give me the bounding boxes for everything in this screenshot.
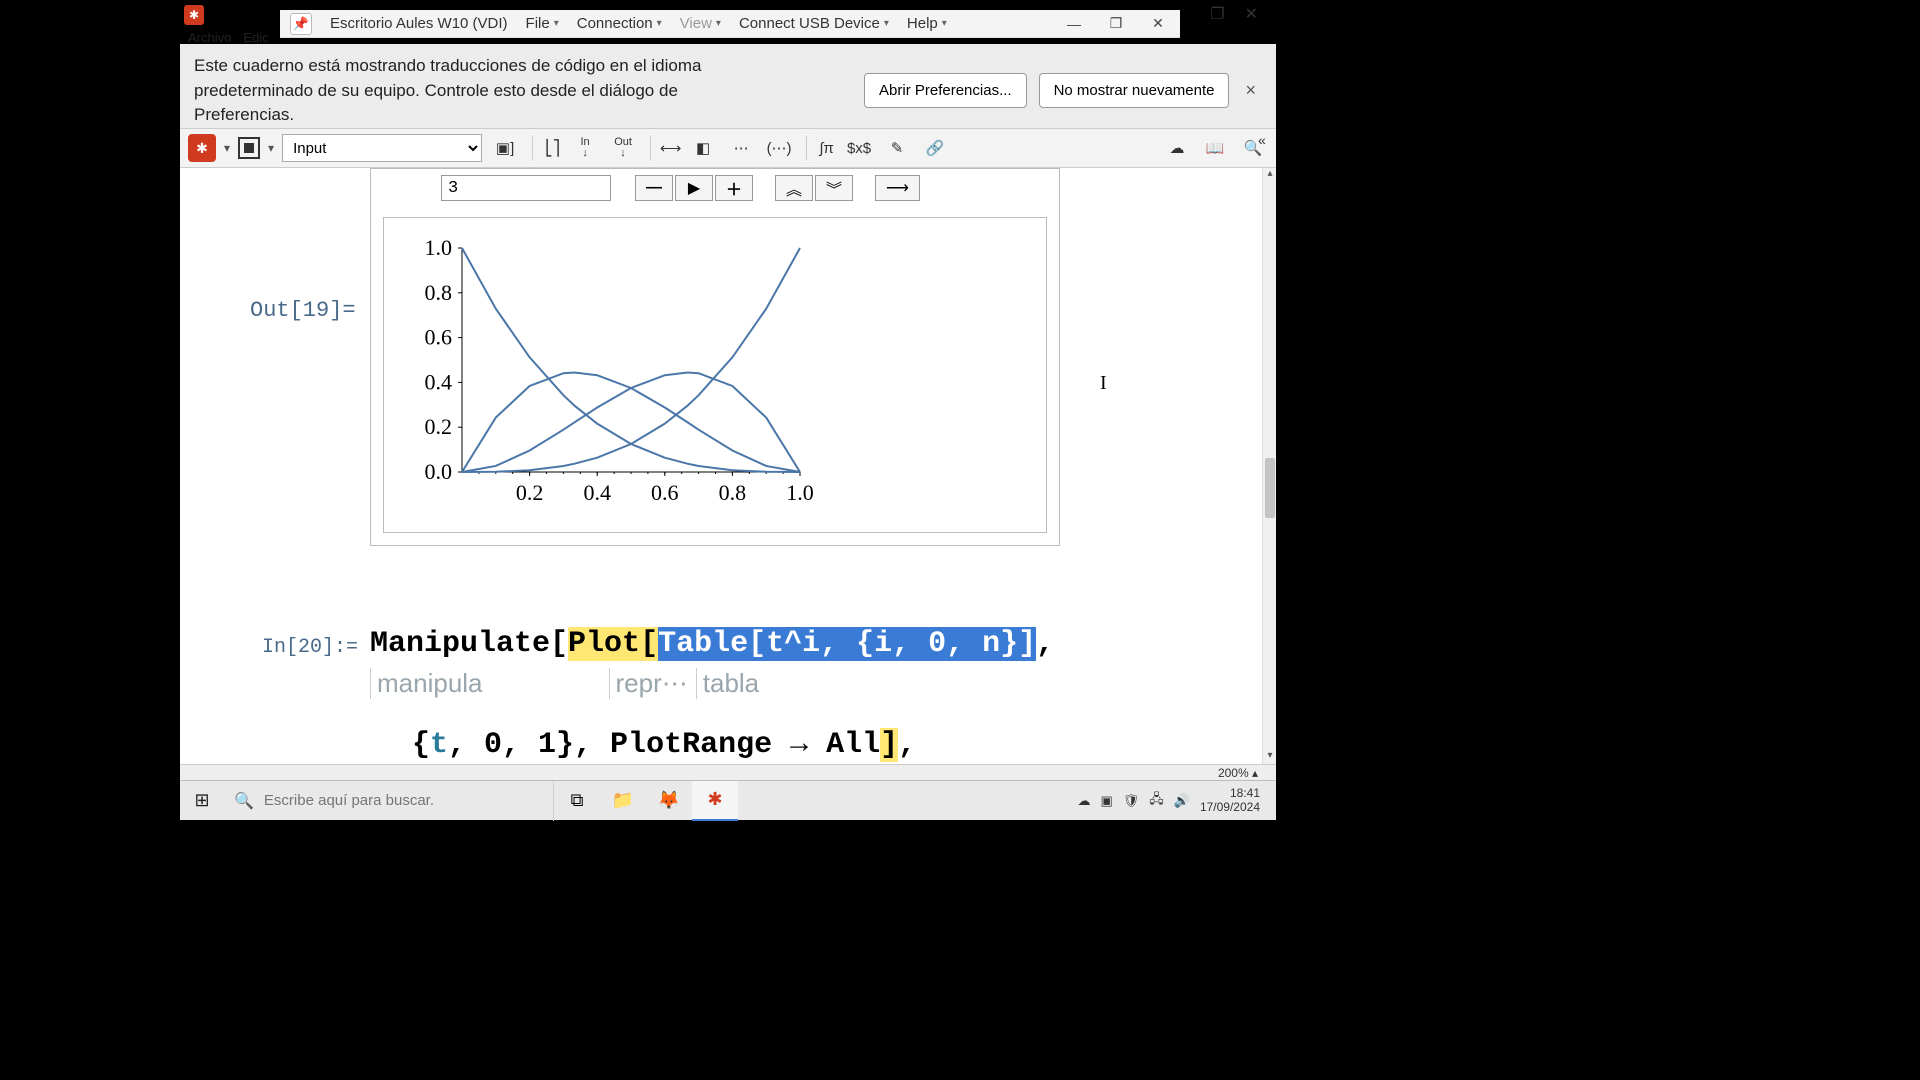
firefox-icon[interactable]: 🦊	[646, 781, 692, 821]
vdi-desktop-label: Escritorio Aules W10 (VDI)	[330, 15, 508, 32]
abort-dropdown-icon[interactable]: ▾	[268, 141, 274, 155]
svg-text:0.6: 0.6	[425, 325, 453, 350]
tex-icon[interactable]: $x$	[844, 135, 874, 161]
notebook-toolbar: ✱ ▾ ▾ Input ▣] ⎣⎤ In↓ Out↓ ⟷ ◧ ⋯ (⋯) ∫π …	[180, 128, 1276, 168]
host-window-controls: ❐ ✕	[1172, 4, 1258, 24]
task-view-icon[interactable]: ⧉	[554, 781, 600, 821]
direction-button[interactable]: ⟶	[875, 175, 920, 201]
host-restore-icon[interactable]: ❐	[1210, 4, 1224, 24]
taskbar-clock[interactable]: 18:41 17/09/2024	[1200, 787, 1266, 815]
faster-button[interactable]: ︽	[775, 175, 813, 201]
iconize-icon[interactable]: (⋯)	[764, 135, 794, 161]
vdi-menu-usb[interactable]: Connect USB Device▾	[739, 15, 889, 32]
evaluate-dropdown-icon[interactable]: ▾	[224, 141, 230, 155]
notebook-area: Out[19]= — ▶ ＋ ︽ ︾ ⟶ 0.00.20.40.60.81.00…	[180, 168, 1276, 768]
svg-text:0.8: 0.8	[719, 480, 747, 505]
hint-manipula: manipula	[370, 668, 491, 699]
hint-tabla: tabla	[696, 668, 767, 699]
plot-output: 0.0 0.2 0.4 0.6 0.8 1.0 0.2 0.4 0.6 0.8 1.0	[383, 217, 1047, 533]
hyperlink-icon[interactable]: 🔗	[920, 135, 950, 161]
mathematica-taskbar-icon[interactable]: ✱	[692, 781, 738, 821]
notebook-title: Sin título-1	[208, 8, 282, 23]
host-close-icon[interactable]: ✕	[1245, 4, 1258, 24]
text-cursor: I	[1100, 372, 1107, 395]
group-cells-icon[interactable]: ⎣⎤	[532, 135, 562, 161]
cell-style-select[interactable]: Input	[282, 134, 482, 162]
vdi-toolbar: 📌 Escritorio Aules W10 (VDI) File▾ Conne…	[280, 10, 1180, 38]
math-form-icon[interactable]: ∫π	[806, 135, 836, 161]
scroll-down-icon[interactable]: ▾	[1263, 750, 1277, 764]
scroll-up-icon[interactable]: ▴	[1263, 168, 1277, 182]
abort-button[interactable]	[238, 137, 260, 159]
convert-out-icon[interactable]: Out↓	[608, 135, 638, 161]
in-label: In[20]:=	[262, 636, 358, 659]
svg-text:0.2: 0.2	[516, 480, 544, 505]
vdi-menu-view[interactable]: View▾	[680, 15, 721, 32]
svg-text:0.4: 0.4	[425, 369, 453, 394]
system-tray: ☁ ▣ 🛡 🖧 🔊 18:41 17/09/2024	[1067, 787, 1276, 815]
windows-taskbar: ⊞ 🔍 ⧉ 📁 🦊 ✱ ☁ ▣ 🛡 🖧 🔊 18:41 17/09/2024	[180, 780, 1276, 820]
step-forward-button[interactable]: ＋	[715, 175, 753, 201]
svg-text:0.8: 0.8	[425, 280, 453, 305]
text-cursor-icon[interactable]: ⟷	[650, 135, 680, 161]
open-preferences-button[interactable]: Abrir Preferencias...	[864, 73, 1027, 108]
vdi-close-icon[interactable]: ✕	[1146, 14, 1170, 34]
menu-edic[interactable]: Edic	[243, 30, 268, 45]
play-button[interactable]: ▶	[675, 175, 713, 201]
vdi-maximize-icon[interactable]: ❐	[1104, 14, 1128, 34]
app-titlebar: ✱ Sin título-1	[180, 0, 282, 30]
taskbar-search-input[interactable]	[264, 792, 524, 809]
banner-message: Este cuaderno está mostrando traduccione…	[194, 54, 754, 128]
dismiss-banner-button[interactable]: No mostrar nuevamente	[1039, 73, 1230, 108]
manipulate-value-input[interactable]	[441, 175, 611, 201]
file-explorer-icon[interactable]: 📁	[600, 781, 646, 821]
vdi-minimize-icon[interactable]: —	[1062, 14, 1086, 34]
svg-text:0.2: 0.2	[425, 414, 453, 439]
pin-icon[interactable]: 📌	[290, 13, 312, 35]
documentation-icon[interactable]: 📖	[1200, 135, 1230, 161]
search-icon: 🔍	[234, 791, 254, 811]
hint-repr: repr⋯	[609, 668, 696, 699]
vdi-menu-help[interactable]: Help▾	[907, 15, 947, 32]
vertical-scrollbar[interactable]: ▴ ▾	[1262, 168, 1276, 764]
menu-archivo[interactable]: Archivo	[188, 30, 231, 45]
out-label: Out[19]=	[250, 298, 356, 323]
vdi-menu-connection[interactable]: Connection▾	[577, 15, 662, 32]
onedrive-icon[interactable]: ☁	[1077, 793, 1090, 809]
volume-icon[interactable]: 🔊	[1174, 793, 1190, 809]
code-line-1[interactable]: Manipulate[Plot[Table[t^i, {i, 0, n}],	[370, 624, 1054, 665]
svg-text:0.4: 0.4	[583, 480, 611, 505]
network-icon[interactable]: 🖧	[1149, 790, 1164, 812]
evaluate-button[interactable]: ✱	[188, 134, 216, 162]
convert-in-icon[interactable]: In↓	[570, 135, 600, 161]
collapse-toolbar-icon[interactable]: «	[1258, 132, 1266, 148]
vdi-menu-file[interactable]: File▾	[526, 15, 559, 32]
wolfram-icon: ✱	[184, 5, 204, 25]
code-assist-hints: manipula repr⋯ tabla	[370, 668, 767, 699]
svg-text:1.0: 1.0	[425, 235, 453, 260]
taskbar-search[interactable]: 🔍	[224, 781, 554, 821]
vmware-tray-icon[interactable]: ▣	[1100, 793, 1112, 809]
step-back-button[interactable]: —	[635, 175, 673, 201]
start-button[interactable]: ⊞	[180, 781, 224, 821]
comment-icon[interactable]: ⋯	[726, 135, 756, 161]
security-tray-icon[interactable]: 🛡	[1123, 793, 1140, 809]
svg-text:1.0: 1.0	[786, 480, 814, 505]
svg-text:0.6: 0.6	[651, 480, 679, 505]
cloud-icon[interactable]: ☁	[1162, 135, 1192, 161]
banner-close-icon[interactable]: ×	[1239, 80, 1262, 101]
scroll-thumb[interactable]	[1265, 458, 1275, 518]
drawing-tools-icon[interactable]: ✎	[882, 135, 912, 161]
translation-banner: Este cuaderno está mostrando traduccione…	[180, 44, 1276, 139]
insert-cell-icon[interactable]: ◧	[688, 135, 718, 161]
svg-text:0.0: 0.0	[425, 459, 453, 484]
slower-button[interactable]: ︾	[815, 175, 853, 201]
code-line-2[interactable]: {t, 0, 1}, PlotRange → All],	[412, 728, 916, 762]
format-cell-icon[interactable]: ▣]	[490, 135, 520, 161]
manipulate-panel: — ▶ ＋ ︽ ︾ ⟶ 0.00.20.40.60.81.00.20.40.60…	[370, 168, 1060, 546]
